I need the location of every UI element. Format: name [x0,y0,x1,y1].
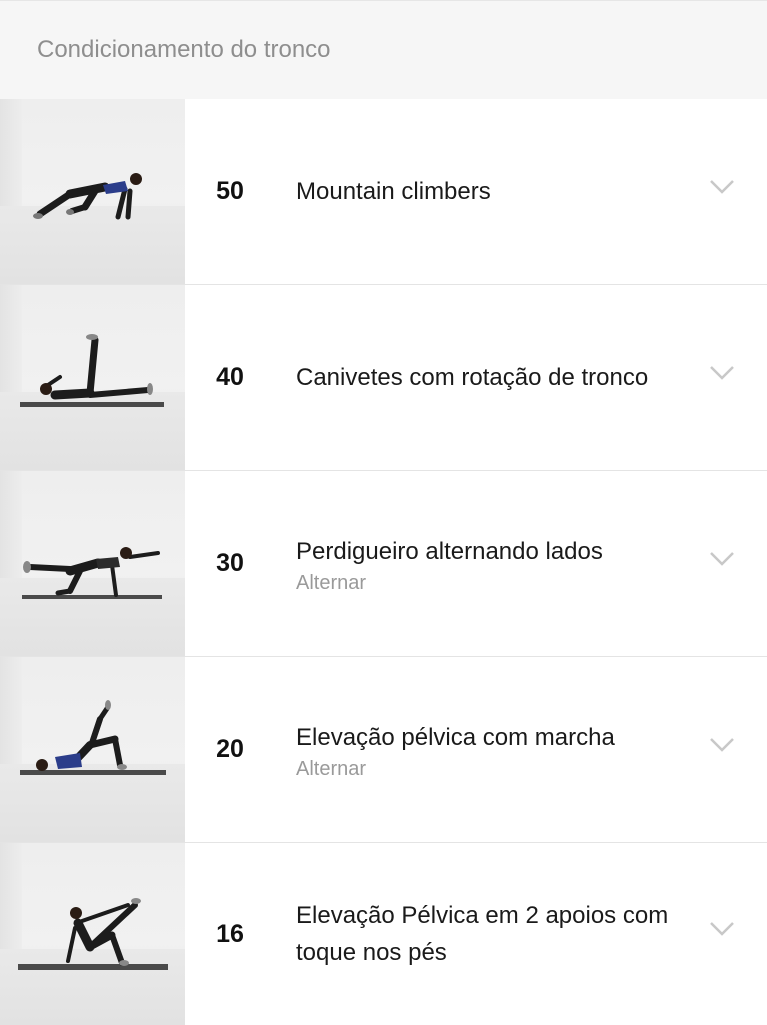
exercise-subtitle: Alternar [296,571,367,594]
exercise-subtitle: Alternar [296,757,367,780]
exercise-thumbnail [0,471,185,656]
exercise-name: Mountain climbers [296,178,491,205]
exercise-row-4[interactable]: 20 Elevação pélvica com marcha Alternar [0,657,767,843]
section-header: Condicionamento do tronco [0,0,767,99]
exercise-thumbnail [0,657,185,842]
exercise-row-5[interactable]: 16 Elevação Pélvica em 2 apoios com toqu… [0,843,767,1025]
exercise-name: Canivetes com rotação de tronco [296,364,649,391]
exercise-row-1[interactable]: 50 Mountain climbers [0,99,767,285]
chevron-down-icon[interactable] [709,550,735,568]
exercise-name: Perdigueiro alternando lados [296,537,603,565]
chevron-down-icon[interactable] [709,178,735,196]
exercise-name: Elevação Pélvica em 2 apoios com toque n… [296,902,669,966]
exercise-name: Elevação pélvica com marcha [296,723,615,751]
exercise-thumbnail [0,99,185,284]
exercise-thumbnail [0,285,185,470]
reps-count: 16 [216,919,244,948]
section-title: Condicionamento do tronco [37,36,331,63]
exercise-row-3[interactable]: 30 Perdigueiro alternando lados Alternar [0,471,767,657]
reps-count: 20 [216,735,244,763]
reps-count: 40 [216,363,244,391]
reps-count: 30 [216,549,244,577]
exercise-row-2[interactable]: 40 Canivetes com rotação de tronco [0,285,767,471]
exercise-list: 50 Mountain climbers 40 Canivetes com ro… [0,99,767,1025]
chevron-down-icon[interactable] [709,920,735,938]
chevron-down-icon[interactable] [709,364,735,382]
chevron-down-icon[interactable] [709,736,735,754]
reps-count: 50 [216,177,244,205]
exercise-thumbnail [0,843,185,1025]
